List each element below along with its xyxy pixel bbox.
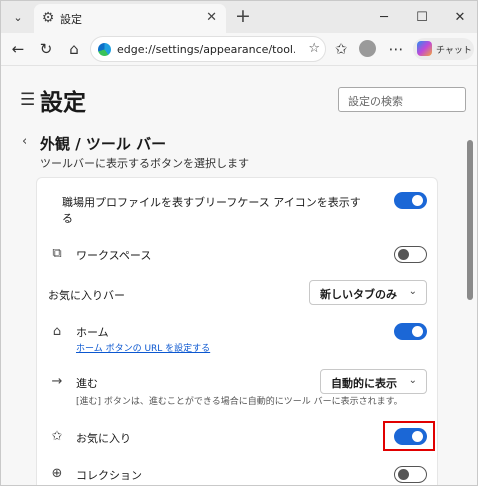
refresh-icon[interactable]: ↻ — [35, 38, 57, 60]
profile-avatar[interactable] — [359, 40, 376, 57]
browser-window: ⌄ ⚙ 設定 ✕ + ─ ☐ ✕ ← ↻ ⌂ edge://settings/a… — [0, 0, 478, 486]
forward-note: [進む] ボタンは、進むことができる場合に自動的にツール バーに表示されます。 — [76, 397, 403, 407]
add-favorite-star-icon[interactable]: ☆ — [308, 41, 320, 56]
collections-icon: ⊕ — [51, 466, 63, 481]
more-options-icon[interactable]: ⋯ — [385, 38, 407, 60]
tab-bar: ⌄ ⚙ 設定 ✕ + ─ ☐ ✕ — [1, 1, 477, 33]
settings-search-input[interactable]: 設定の検索 — [338, 87, 466, 112]
highlight-box — [383, 421, 435, 451]
favorites-icon[interactable]: ✩ — [330, 38, 352, 60]
minimize-icon[interactable]: ─ — [367, 4, 401, 30]
new-tab-icon[interactable]: + — [232, 5, 254, 27]
favorites-star-icon: ✩ — [51, 429, 63, 444]
briefcase-label-line2: る — [62, 212, 73, 225]
briefcase-label-line1: 職場用プロファイルを表すブリーフケース アイコンを表示す — [62, 196, 361, 209]
workspaces-toggle[interactable] — [394, 246, 427, 263]
tab-settings[interactable]: ⚙ 設定 ✕ — [34, 4, 226, 33]
workspaces-icon: ⧉ — [52, 246, 62, 261]
forward-arrow-icon: → — [51, 374, 63, 389]
tab-title: 設定 — [60, 13, 82, 26]
workspaces-label: ワークスペース — [76, 249, 152, 262]
forward-value: 自動的に表示 — [331, 377, 397, 390]
maximize-icon[interactable]: ☐ — [405, 4, 439, 30]
copilot-label: チャット — [436, 46, 472, 56]
forward-label: 進む — [76, 377, 98, 390]
url-text: edge://settings/appearance/tool... — [117, 43, 295, 56]
home-icon[interactable]: ⌂ — [63, 38, 85, 60]
favorites-bar-dropdown[interactable]: 新しいタブのみ ⌄ — [309, 280, 427, 305]
home-label: ホーム — [76, 326, 109, 339]
close-window-icon[interactable]: ✕ — [443, 4, 477, 30]
browser-toolbar: ← ↻ ⌂ edge://settings/appearance/tool...… — [1, 33, 477, 65]
page-title: 設定 — [40, 90, 86, 116]
copilot-icon — [417, 41, 432, 56]
address-bar[interactable]: edge://settings/appearance/tool... ☆ — [90, 36, 326, 62]
scrollbar-thumb[interactable] — [467, 140, 473, 300]
back-chevron-icon[interactable]: ‹ — [22, 134, 27, 149]
favorites-label: お気に入り — [76, 432, 131, 445]
gear-icon: ⚙ — [41, 10, 55, 26]
home-url-link[interactable]: ホーム ボタンの URL を設定する — [76, 341, 210, 354]
collections-label: コレクション — [76, 469, 142, 482]
chevron-down-icon: ⌄ — [408, 286, 417, 297]
search-placeholder: 設定の検索 — [348, 95, 403, 108]
section-title: 外観 / ツール バー — [40, 135, 167, 153]
home-row-icon: ⌂ — [52, 324, 62, 339]
forward-dropdown[interactable]: 自動的に表示 ⌄ — [320, 369, 427, 394]
tab-actions-menu-icon[interactable]: ⌄ — [7, 6, 29, 28]
back-icon[interactable]: ← — [7, 38, 29, 60]
section-subtitle: ツールバーに表示するボタンを選択します — [40, 157, 249, 170]
home-toggle[interactable] — [394, 323, 427, 340]
close-tab-icon[interactable]: ✕ — [206, 10, 217, 25]
edge-logo-icon — [98, 43, 111, 56]
briefcase-toggle[interactable] — [394, 192, 427, 209]
copilot-button[interactable]: チャット — [413, 38, 474, 60]
chevron-down-icon: ⌄ — [408, 375, 417, 386]
favorites-bar-value: 新しいタブのみ — [320, 288, 397, 301]
collections-toggle[interactable] — [394, 466, 427, 483]
favorites-bar-label: お気に入りバー — [48, 289, 125, 302]
hamburger-menu-icon[interactable]: ☰ — [20, 90, 35, 110]
